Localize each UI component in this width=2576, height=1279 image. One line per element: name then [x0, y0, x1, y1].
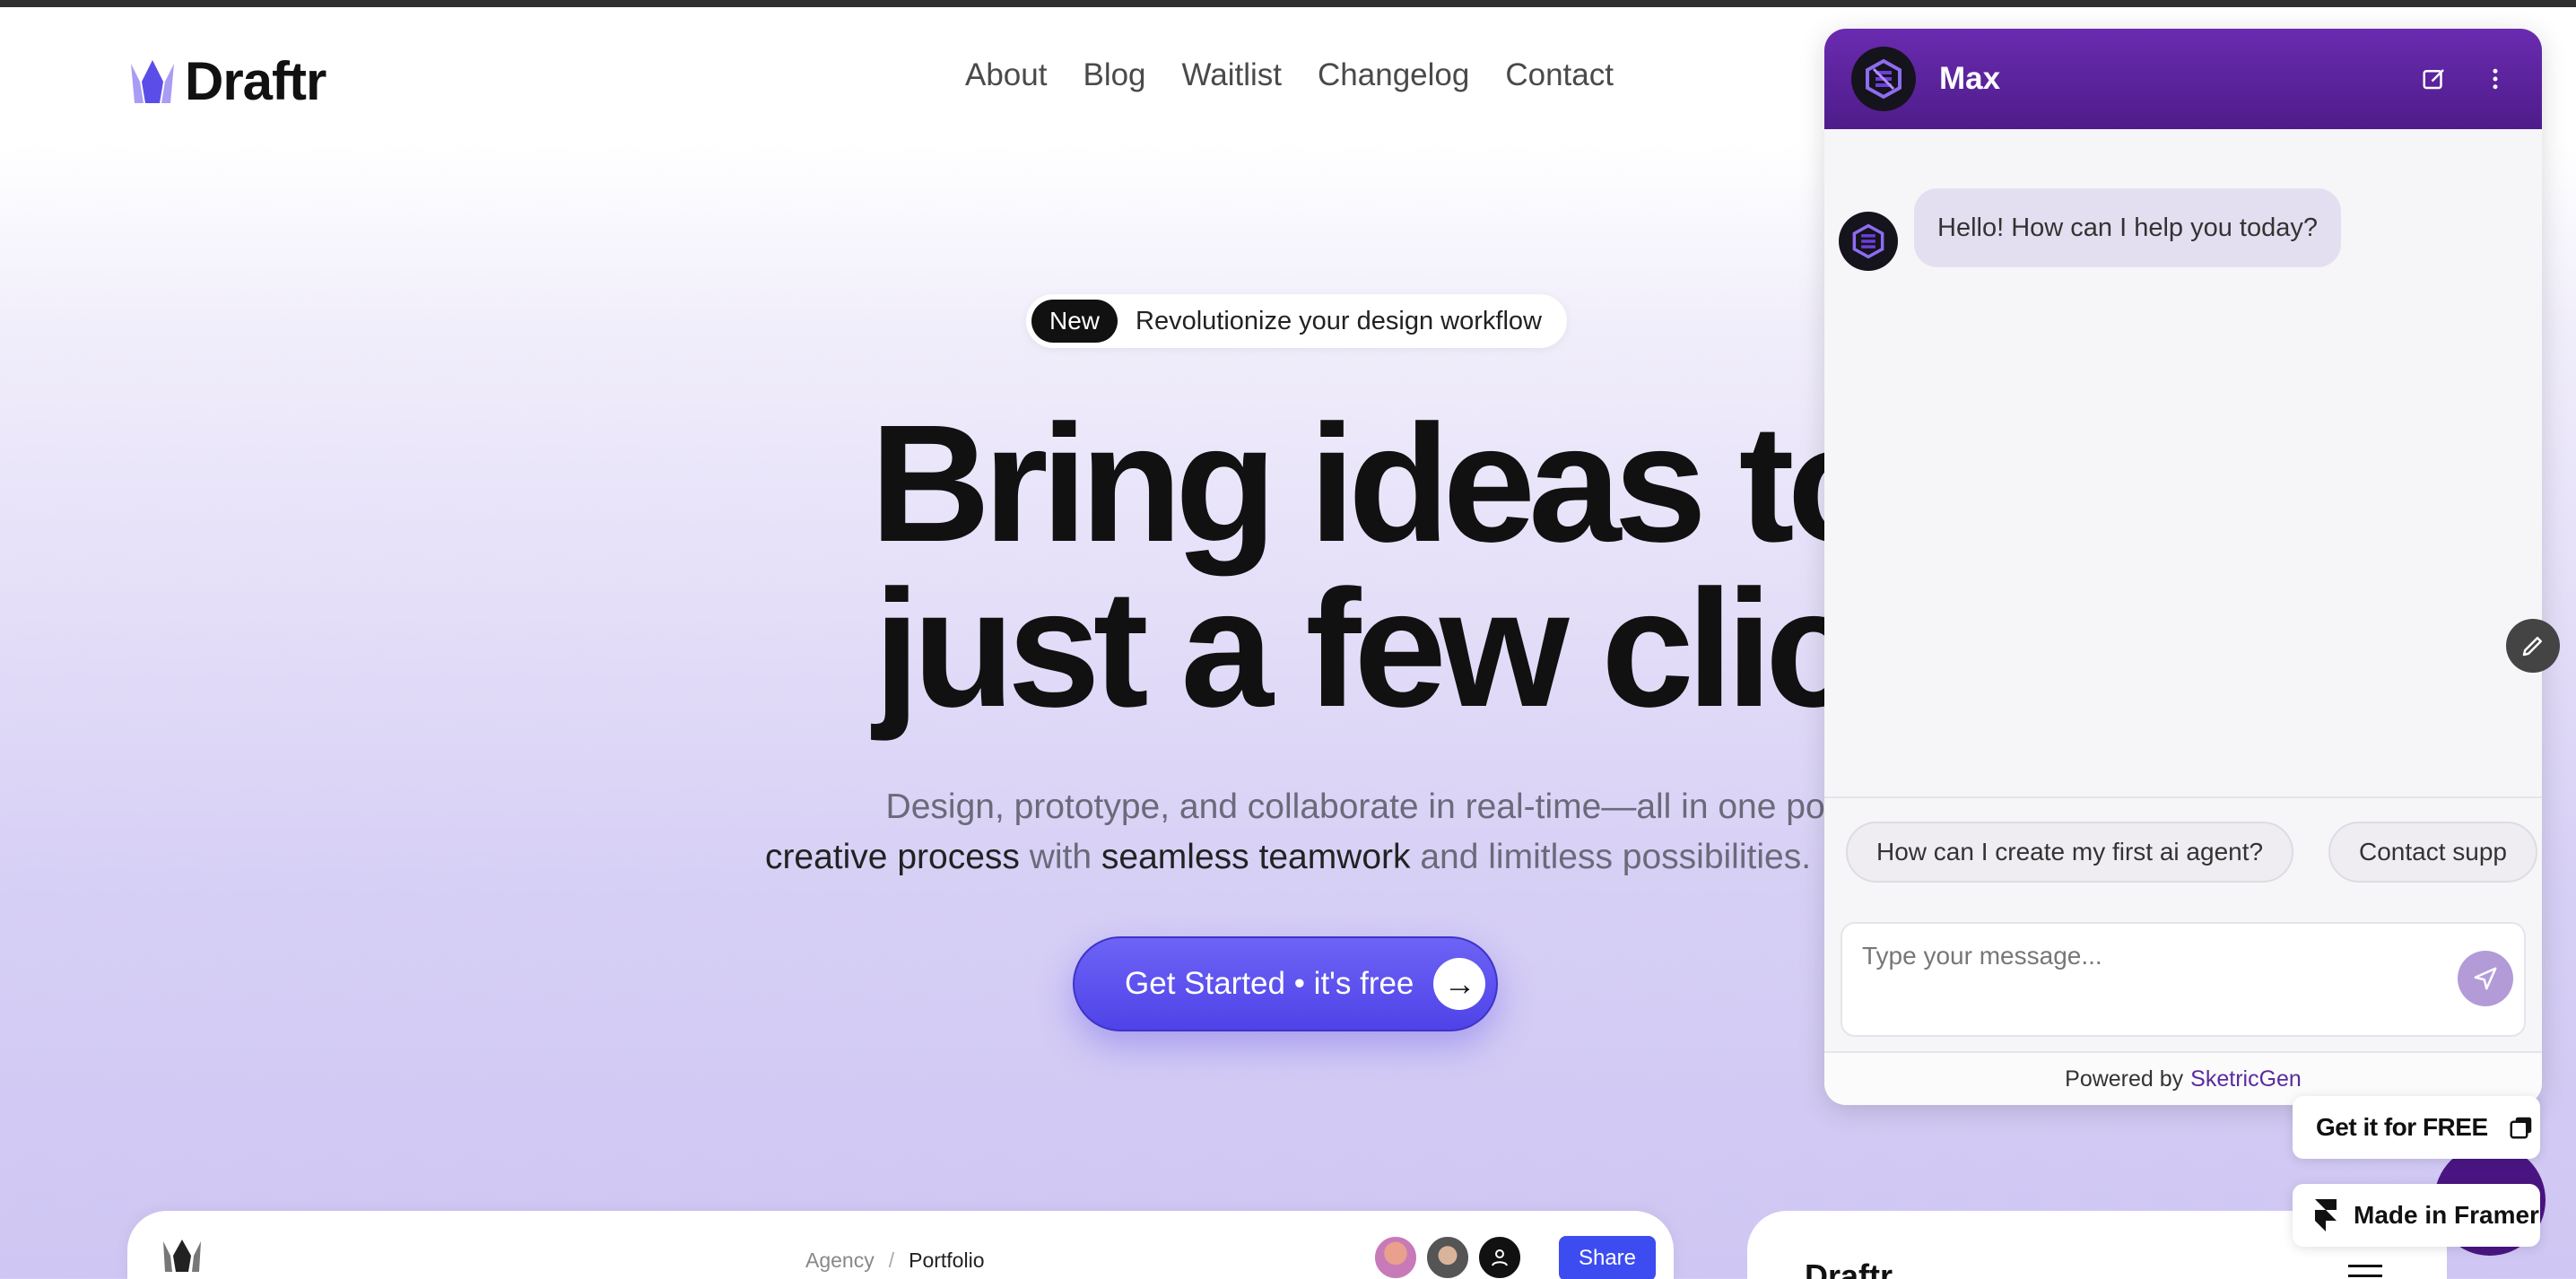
breadcrumb-portfolio[interactable]: Portfolio	[909, 1249, 984, 1272]
subtitle-text-end: and limitless possibilities.	[1410, 838, 1812, 876]
announcement-pill[interactable]: New Revolutionize your design workflow	[1026, 294, 1567, 348]
made-in-framer-badge[interactable]: Made in Framer	[2293, 1184, 2540, 1247]
copy-icon	[2510, 1117, 2531, 1139]
avatar-placeholder-icon[interactable]	[1476, 1234, 1523, 1279]
nav-about[interactable]: About	[965, 57, 1047, 93]
nav-changelog[interactable]: Changelog	[1318, 57, 1469, 93]
browser-top-strip	[0, 0, 2576, 7]
subtitle-emphasis-teamwork: seamless teamwork	[1101, 838, 1411, 876]
subtitle-emphasis-creative: creative process	[764, 838, 1020, 876]
get-it-free-label: Get it for FREE	[2316, 1113, 2488, 1141]
send-button[interactable]	[2458, 951, 2513, 1006]
suggestion-chip[interactable]: Contact supp	[2328, 822, 2537, 883]
chat-widget: Max Hello! How can I help you today? How…	[1824, 29, 2542, 1105]
agent-message: Hello! How can I help you today?	[1839, 188, 2341, 271]
send-icon	[2474, 967, 2497, 990]
nav-blog[interactable]: Blog	[1083, 57, 1145, 93]
breadcrumb-separator: /	[888, 1249, 895, 1272]
agent-name: Max	[1939, 61, 2001, 96]
powered-by-link[interactable]: SketricGen	[2190, 1066, 2302, 1092]
mobile-brand-name: Draftr	[1805, 1257, 1893, 1279]
edit-pen-icon[interactable]	[2506, 619, 2560, 673]
message-input-box	[1841, 922, 2526, 1037]
message-input[interactable]	[1862, 942, 2436, 970]
agent-logo-icon	[1866, 58, 1902, 100]
menu-icon[interactable]	[2348, 1265, 2382, 1279]
message-bubble: Hello! How can I help you today?	[1914, 188, 2341, 267]
get-started-button[interactable]: Get Started • it's free →	[1073, 936, 1498, 1031]
brand-logo[interactable]: Draftr	[127, 50, 326, 112]
crown-logo-icon	[163, 1240, 201, 1272]
share-button[interactable]: Share	[1559, 1236, 1656, 1279]
user-icon	[1492, 1249, 1508, 1266]
breadcrumb-agency[interactable]: Agency	[805, 1249, 875, 1272]
more-options-icon[interactable]	[2476, 59, 2515, 99]
brand-name: Draftr	[185, 51, 326, 111]
subtitle-text: with	[1019, 838, 1101, 876]
suggestion-chip[interactable]: How can I create my first ai agent?	[1846, 822, 2294, 883]
nav-waitlist[interactable]: Waitlist	[1182, 57, 1282, 93]
new-badge: New	[1031, 300, 1118, 343]
main-nav: About Blog Waitlist Changelog Contact	[965, 57, 1614, 93]
avatar[interactable]	[1372, 1234, 1419, 1279]
agent-avatar	[1839, 212, 1898, 271]
framer-logo-icon	[2315, 1199, 2337, 1231]
divider	[1824, 796, 2542, 798]
announcement-text: Revolutionize your design workflow	[1136, 306, 1542, 335]
nav-contact[interactable]: Contact	[1505, 57, 1614, 93]
new-chat-icon[interactable]	[2415, 59, 2454, 99]
breadcrumb: Agency / Portfolio	[805, 1249, 984, 1273]
agent-avatar	[1851, 47, 1916, 111]
chat-header: Max	[1824, 29, 2542, 129]
avatar[interactable]	[1424, 1234, 1471, 1279]
cta-label: Get Started • it's free	[1125, 966, 1414, 1001]
get-it-free-button[interactable]: Get it for FREE	[2293, 1096, 2540, 1159]
collaborator-avatars	[1372, 1234, 1523, 1279]
editor-preview-card: Agency / Portfolio Share	[127, 1211, 1674, 1279]
crown-logo-icon	[131, 59, 174, 103]
powered-by-label: Powered by	[2065, 1066, 2184, 1092]
made-in-framer-label: Made in Framer	[2354, 1201, 2539, 1229]
arrow-right-icon: →	[1433, 958, 1486, 1010]
agent-logo-icon	[1852, 223, 1884, 259]
